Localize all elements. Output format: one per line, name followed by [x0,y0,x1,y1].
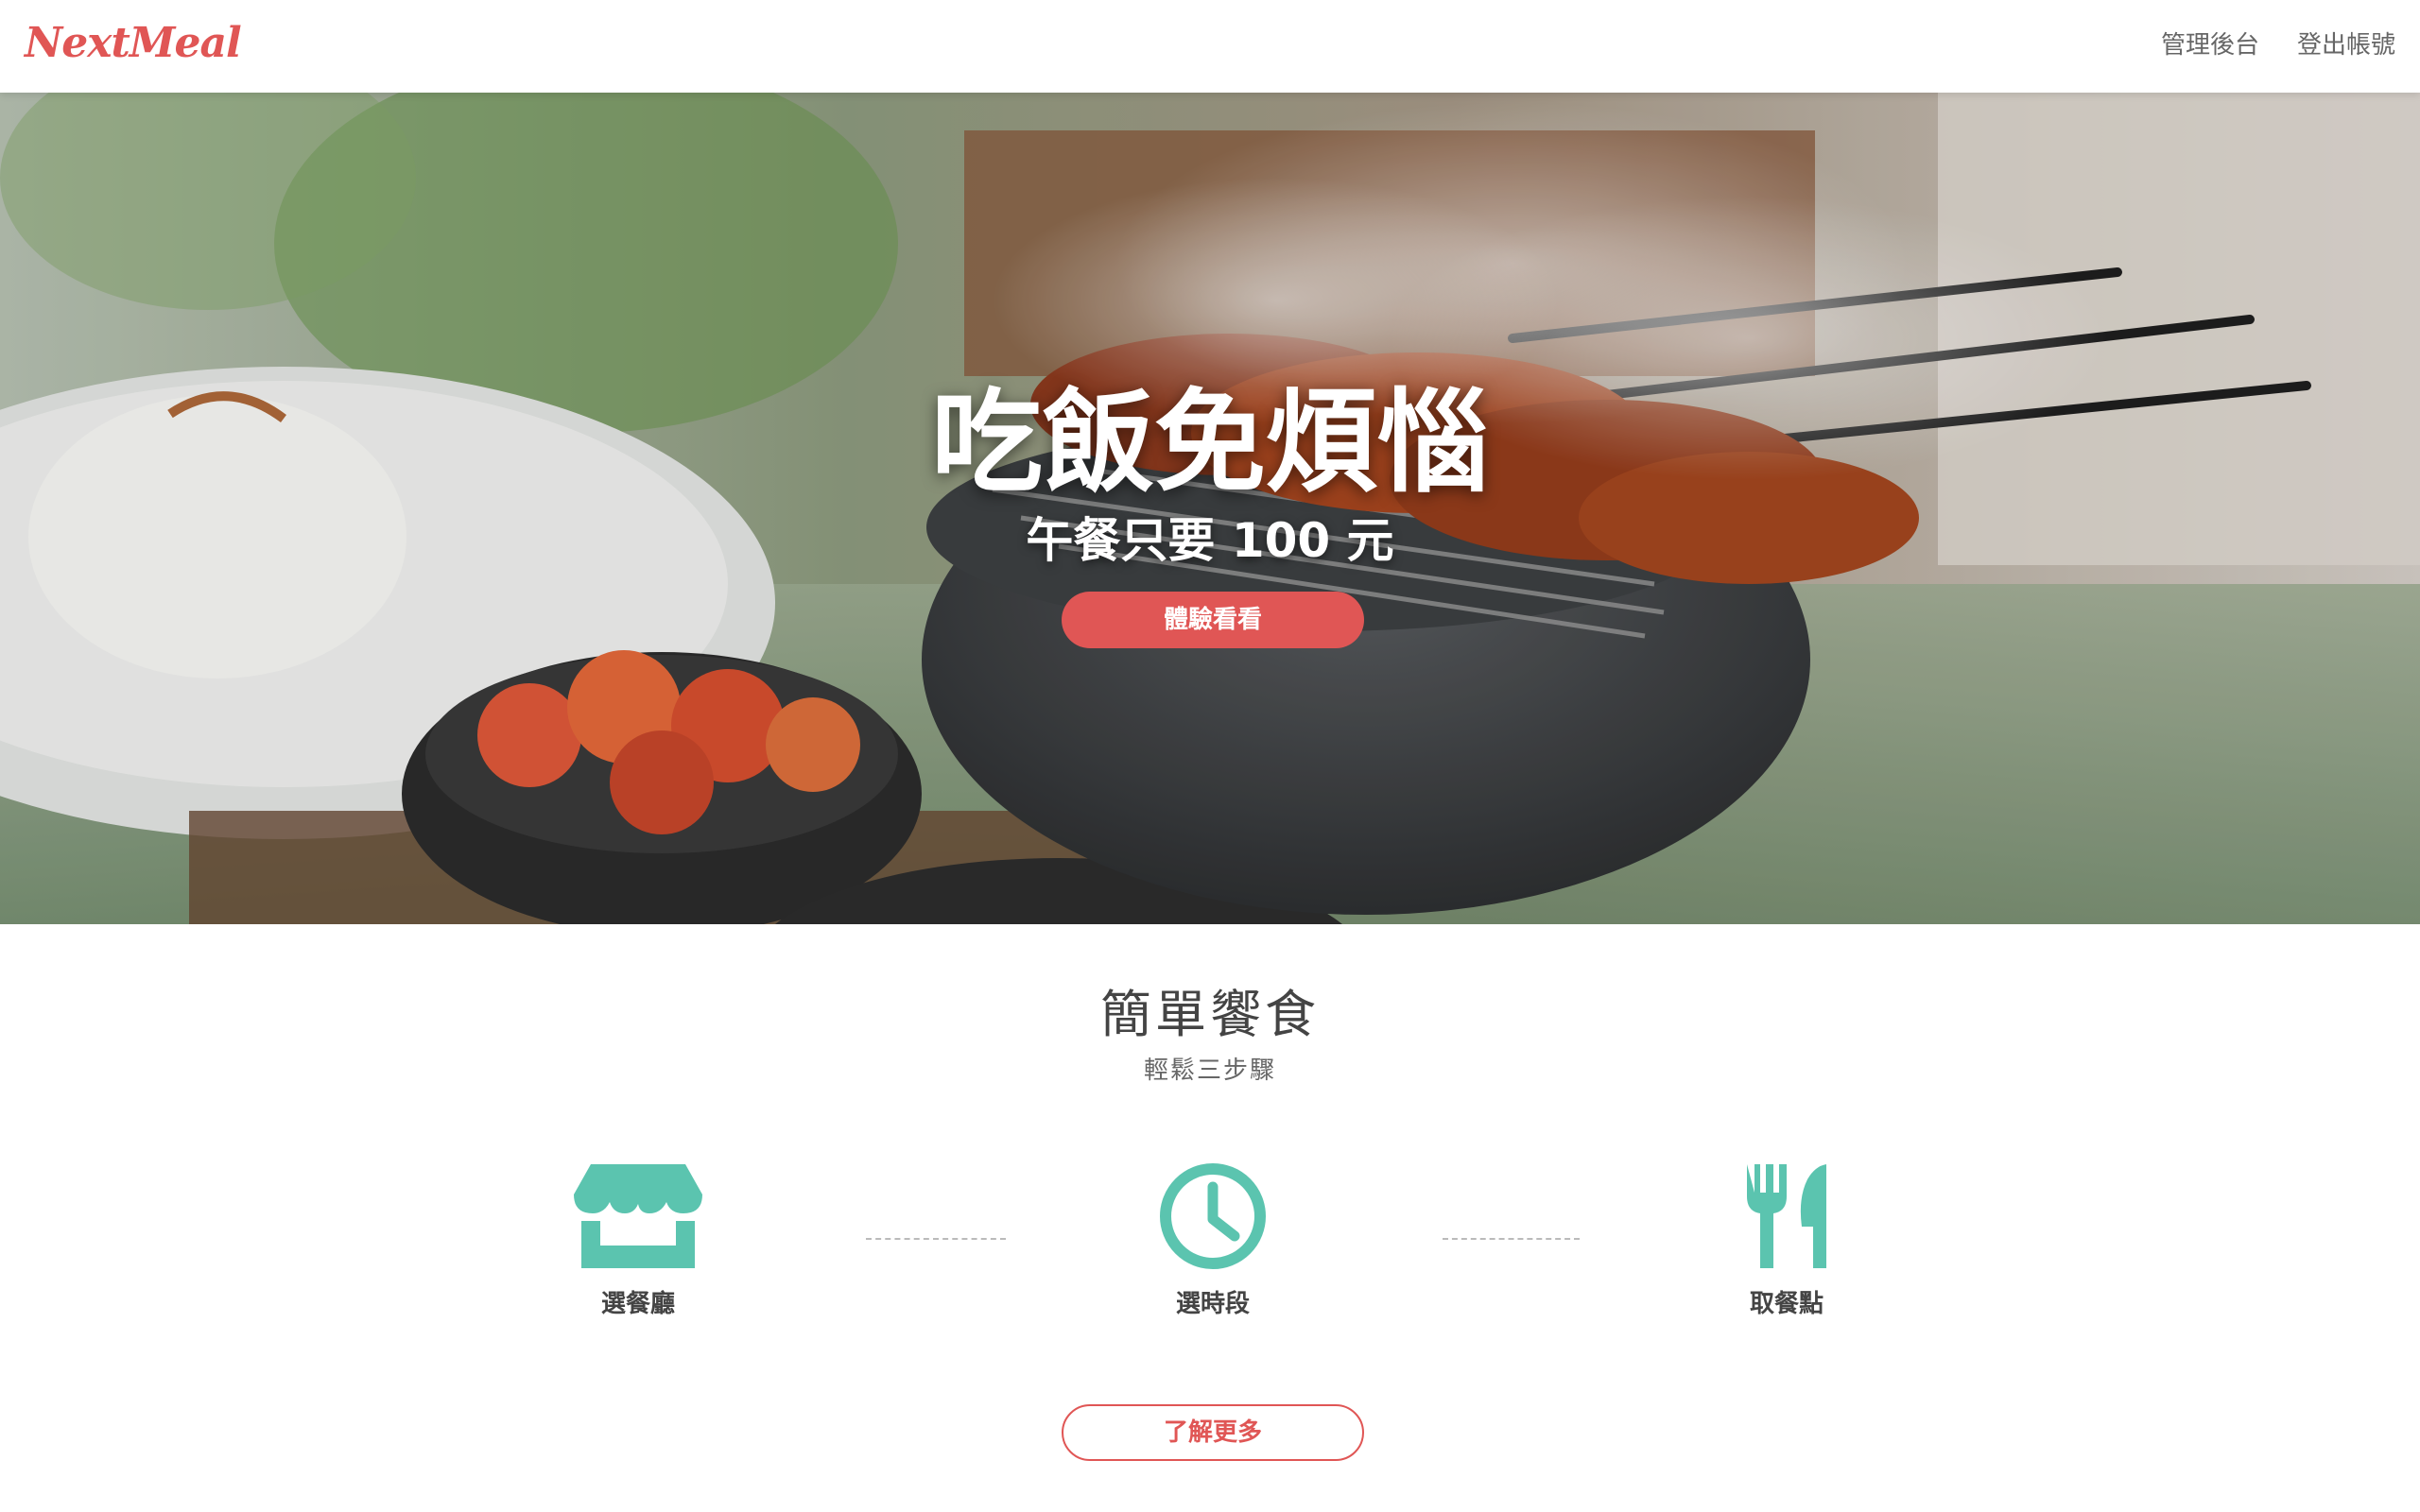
steps-section-title: 簡單饗食 [1100,985,1320,1044]
clock-icon [1160,1163,1266,1269]
hero-banner: 吃飯免煩惱 午餐只要 100 元 體驗看看 [0,93,2420,924]
step-label: 取餐點 [1749,1290,1824,1318]
step-choose-restaurant: 選餐廳 [544,1160,733,1323]
learn-more-button[interactable]: 了解更多 [1062,1404,1364,1461]
steps-section-subtitle: 輕鬆三步驟 [1143,1057,1276,1085]
step-connector [866,1238,1006,1240]
brand-logo[interactable]: NextMeal [25,13,242,74]
step-label: 選時段 [1175,1290,1250,1318]
step-connector [1443,1238,1580,1240]
store-icon [574,1164,702,1268]
nav-link-admin[interactable]: 管理後台 [2161,26,2259,64]
step-label: 選餐廳 [600,1290,675,1318]
step-choose-time: 選時段 [1118,1160,1307,1323]
nav-link-logout[interactable]: 登出帳號 [2297,26,2395,64]
utensils-icon [1747,1164,1826,1268]
top-navbar: NextMeal 管理後台 登出帳號 [0,0,2420,93]
hero-subtitle: 午餐只要 100 元 [1026,513,1394,568]
nav-links: 管理後台 登出帳號 [2161,26,2395,64]
step-pick-up-meal: 取餐點 [1692,1160,1881,1323]
try-it-button[interactable]: 體驗看看 [1062,592,1364,648]
hero-title: 吃飯免煩惱 [930,377,1489,507]
